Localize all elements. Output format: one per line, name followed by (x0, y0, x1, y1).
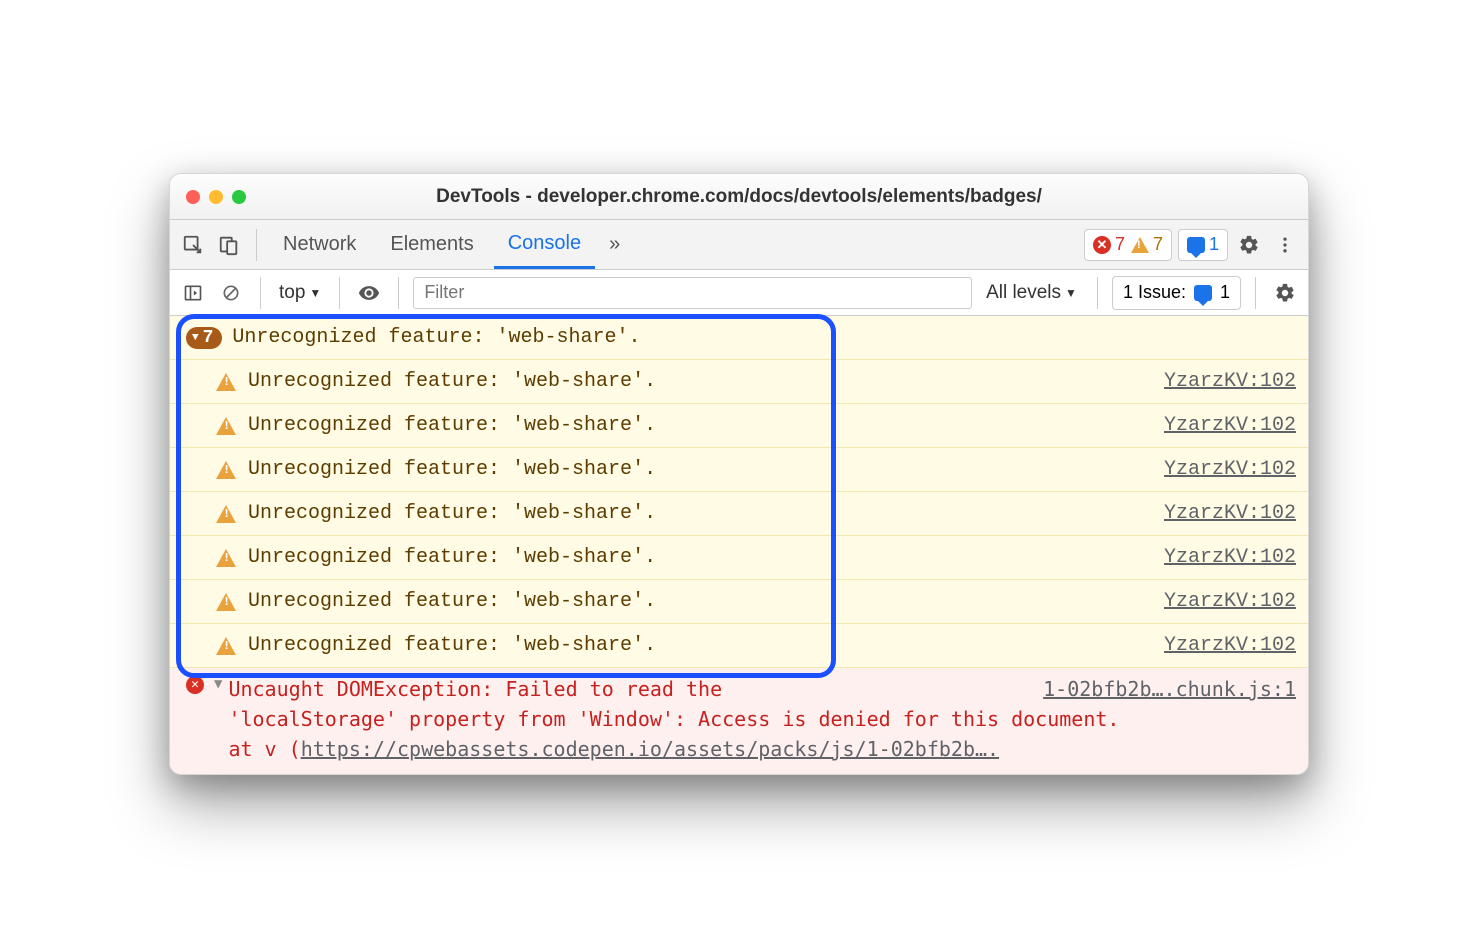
warning-icon (216, 549, 236, 567)
stack-prefix: at v ( (228, 737, 300, 761)
log-levels-selector[interactable]: All levels▼ (980, 282, 1083, 304)
traffic-lights (186, 190, 246, 204)
message-counts[interactable]: ✕7 7 (1084, 229, 1172, 261)
warning-message-row: Unrecognized feature: 'web-share'. YzarzK… (170, 448, 1308, 492)
error-message: ✕ ▼ Uncaught DOMException: Failed to rea… (170, 668, 1308, 774)
warning-icon (216, 505, 236, 523)
collapse-icon: ▼ (192, 332, 199, 344)
tab-elements[interactable]: Elements (376, 220, 487, 269)
inspect-element-icon[interactable] (178, 230, 208, 260)
devtools-window: DevTools - developer.chrome.com/docs/dev… (169, 173, 1309, 775)
warning-icon (216, 593, 236, 611)
warning-message-row: Unrecognized feature: 'web-share'. YzarzK… (170, 536, 1308, 580)
message-source-link[interactable]: YzarzKV:102 (1164, 590, 1296, 613)
issues-count-box[interactable]: 1 (1178, 229, 1228, 261)
warning-count: 7 (1131, 234, 1163, 255)
kebab-menu-icon[interactable] (1270, 230, 1300, 260)
more-tabs-button[interactable]: » (601, 220, 628, 269)
warning-message-row: Unrecognized feature: 'web-share'. YzarzK… (170, 624, 1308, 668)
issues-button[interactable]: 1 Issue: 1 (1112, 276, 1241, 310)
minimize-window-button[interactable] (209, 190, 223, 204)
tab-console[interactable]: Console (494, 220, 595, 269)
message-text: Unrecognized feature: 'web-share'. (248, 546, 1154, 569)
maximize-window-button[interactable] (232, 190, 246, 204)
device-toggle-icon[interactable] (214, 230, 244, 260)
warning-icon (216, 637, 236, 655)
message-text: Unrecognized feature: 'web-share'. (248, 370, 1154, 393)
warning-message-row: Unrecognized feature: 'web-share'. YzarzK… (170, 404, 1308, 448)
error-text-line1: Uncaught DOMException: Failed to read th… (228, 674, 1033, 704)
panel-tabs-row: Network Elements Console » ✕7 7 1 (170, 220, 1308, 270)
message-text: Unrecognized feature: 'web-share'. (248, 458, 1154, 481)
message-source-link[interactable]: YzarzKV:102 (1164, 458, 1296, 481)
tab-network[interactable]: Network (269, 220, 370, 269)
message-text: Unrecognized feature: 'web-share'. (248, 634, 1154, 657)
divider (1097, 277, 1098, 309)
error-icon: ✕ (1093, 236, 1111, 254)
message-source-link[interactable]: YzarzKV:102 (1164, 546, 1296, 569)
divider (260, 277, 261, 309)
message-text: Unrecognized feature: 'web-share'. (232, 326, 1296, 349)
message-source-link[interactable]: YzarzKV:102 (1164, 634, 1296, 657)
chevron-down-icon: ▼ (1065, 286, 1077, 300)
context-selector[interactable]: top▼ (275, 282, 325, 304)
message-group-header[interactable]: ▼7 Unrecognized feature: 'web-share'. (170, 316, 1308, 360)
window-title: DevTools - developer.chrome.com/docs/dev… (184, 186, 1294, 208)
error-icon: ✕ (186, 676, 204, 694)
message-source-link[interactable]: 1-02bfb2b….chunk.js:1 (1043, 674, 1296, 704)
console-toolbar: top▼ All levels▼ 1 Issue: 1 (170, 270, 1308, 316)
clear-console-icon[interactable] (216, 278, 246, 308)
console-messages: ▼7 Unrecognized feature: 'web-share'. Un… (170, 316, 1308, 774)
message-source-link[interactable]: YzarzKV:102 (1164, 502, 1296, 525)
error-count: ✕7 (1093, 234, 1125, 255)
group-count-pill: ▼7 (186, 327, 222, 349)
titlebar: DevTools - developer.chrome.com/docs/dev… (170, 174, 1308, 220)
stack-link[interactable]: https://cpwebassets.codepen.io/assets/pa… (301, 737, 999, 761)
sidebar-toggle-icon[interactable] (178, 278, 208, 308)
live-expression-icon[interactable] (354, 278, 384, 308)
message-text: Unrecognized feature: 'web-share'. (248, 502, 1154, 525)
warning-icon (1131, 237, 1149, 253)
filter-input[interactable] (413, 277, 972, 309)
warning-icon (216, 461, 236, 479)
message-source-link[interactable]: YzarzKV:102 (1164, 414, 1296, 437)
disclosure-icon[interactable]: ▼ (214, 674, 222, 695)
error-text-line2: 'localStorage' property from 'Window': A… (228, 704, 1296, 734)
divider (398, 277, 399, 309)
warning-message-row: Unrecognized feature: 'web-share'. YzarzK… (170, 360, 1308, 404)
settings-icon[interactable] (1234, 230, 1264, 260)
divider (256, 229, 257, 261)
message-text: Unrecognized feature: 'web-share'. (248, 590, 1154, 613)
chevron-down-icon: ▼ (309, 286, 321, 300)
warning-message-row: Unrecognized feature: 'web-share'. YzarzK… (170, 580, 1308, 624)
message-source-link[interactable]: YzarzKV:102 (1164, 370, 1296, 393)
issue-count: 1 (1187, 234, 1219, 255)
issue-icon (1194, 285, 1212, 301)
warning-icon (216, 417, 236, 435)
divider (1255, 277, 1256, 309)
divider (339, 277, 340, 309)
warning-message-row: Unrecognized feature: 'web-share'. YzarzK… (170, 492, 1308, 536)
message-text: Unrecognized feature: 'web-share'. (248, 414, 1154, 437)
close-window-button[interactable] (186, 190, 200, 204)
issue-icon (1187, 237, 1205, 253)
warning-icon (216, 373, 236, 391)
console-settings-icon[interactable] (1270, 278, 1300, 308)
